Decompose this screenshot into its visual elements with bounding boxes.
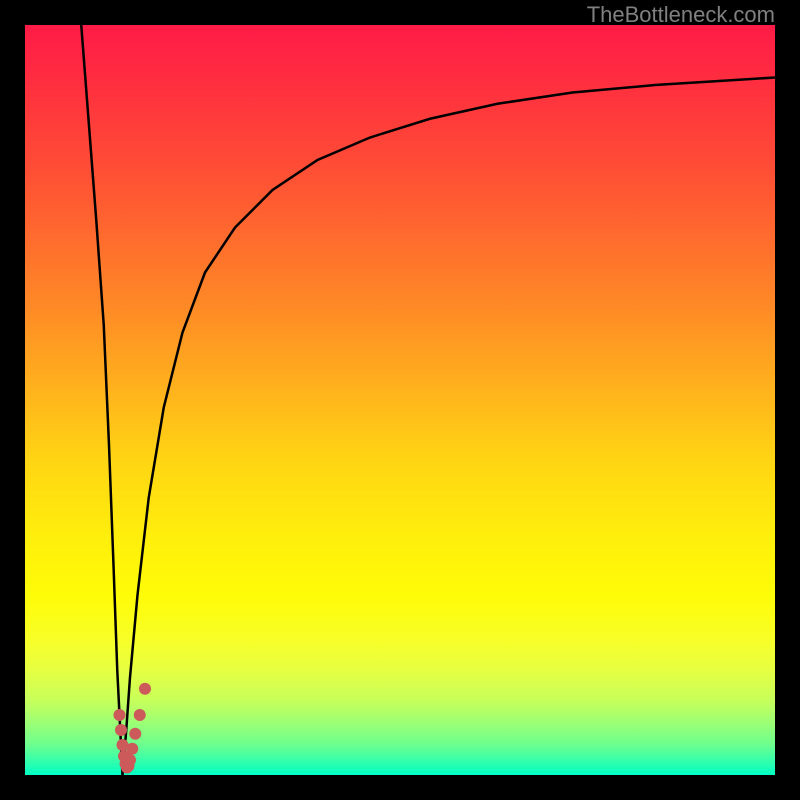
- chart-container: TheBottleneck.com: [0, 0, 800, 800]
- data-dot: [129, 728, 141, 740]
- plot-area: [25, 25, 775, 775]
- data-dot: [115, 724, 127, 736]
- curve-right-branch: [123, 78, 776, 776]
- data-dot: [114, 709, 126, 721]
- data-dot: [124, 754, 136, 766]
- data-dot: [134, 709, 146, 721]
- data-dot: [139, 683, 151, 695]
- data-dot: [126, 743, 138, 755]
- chart-svg: [25, 25, 775, 775]
- curve-left-branch: [81, 25, 122, 775]
